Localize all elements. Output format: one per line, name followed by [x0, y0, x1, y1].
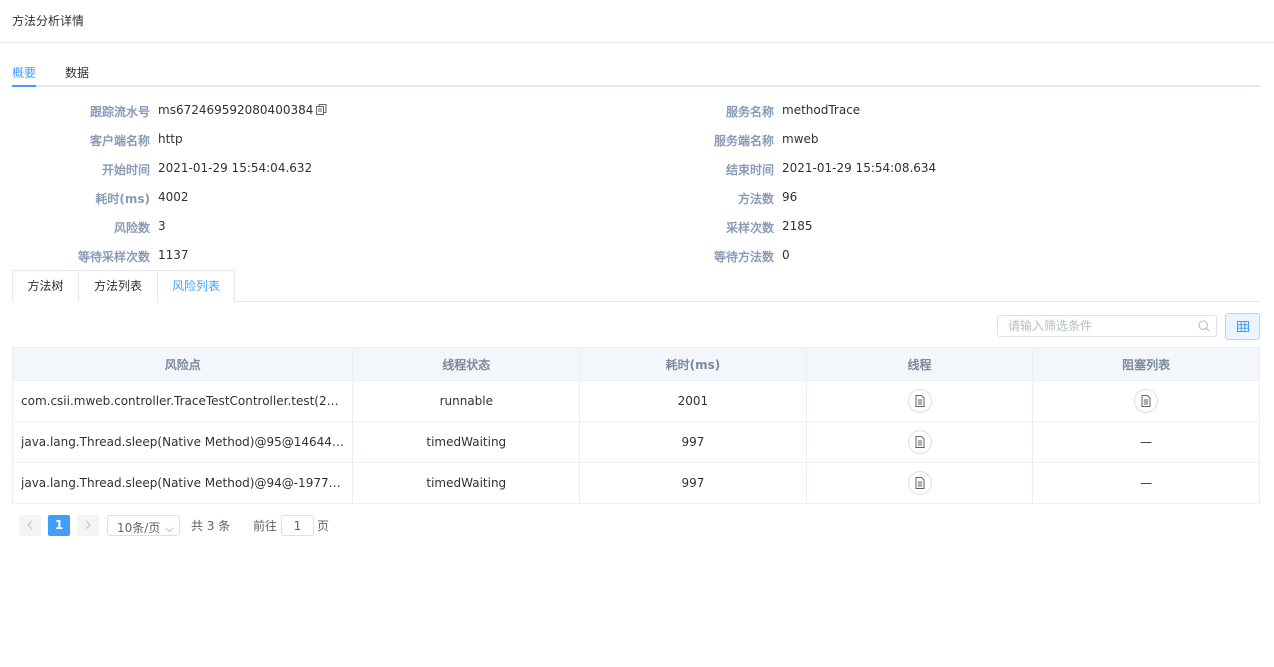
page-size-value: 10条/页 [117, 521, 161, 535]
thread-detail-button[interactable] [907, 430, 932, 454]
next-page-button[interactable] [77, 515, 99, 536]
page-unit-label: 页 [317, 519, 330, 533]
filter-search-box [997, 315, 1217, 337]
document-icon [915, 477, 925, 489]
risk-point-cell: java.lang.Thread.sleep(Native Method)@94… [21, 476, 345, 490]
top-tabs: 概要 数据 [12, 60, 1260, 87]
end-time-value: 2021-01-29 15:54:08.634 [782, 161, 937, 175]
thread-detail-button[interactable] [907, 471, 932, 495]
service-name-label: 服务名称 [725, 105, 774, 119]
column-header-thread: 线程 [807, 348, 1034, 380]
method-count-label: 方法数 [737, 192, 774, 206]
prev-page-button[interactable] [19, 515, 41, 536]
document-icon [915, 436, 925, 448]
column-header-risk-point: 风险点 [13, 348, 354, 380]
block-list-detail-button[interactable] [1134, 389, 1159, 413]
page-header: 方法分析详情 [0, 0, 1274, 43]
table-grid-icon [1237, 321, 1249, 332]
cost-cell: 2001 [580, 381, 807, 421]
sample-count-value: 2185 [782, 219, 813, 233]
tab-risk-list[interactable]: 风险列表 [157, 270, 235, 303]
server-name-value: mweb [782, 132, 819, 146]
table-row: com.csii.mweb.controller.TraceTestContro… [13, 381, 1259, 422]
server-name-label: 服务端名称 [713, 134, 774, 148]
chevron-left-icon [27, 520, 33, 530]
page-number-current[interactable]: 1 [48, 515, 70, 536]
table-row: java.lang.Thread.sleep(Native Method)@95… [13, 422, 1259, 463]
risk-table: 风险点 线程状态 耗时(ms) 线程 阻塞列表 com.csii.mweb.co… [12, 347, 1260, 504]
method-count-value: 96 [782, 190, 798, 204]
risk-point-cell: java.lang.Thread.sleep(Native Method)@95… [21, 435, 345, 449]
document-icon [915, 395, 925, 407]
total-count: 共 3 条 [191, 519, 231, 533]
thread-state-cell: timedWaiting [353, 463, 581, 503]
thread-detail-button[interactable] [907, 389, 932, 413]
block-list-empty: — [1140, 476, 1153, 490]
column-header-cost: 耗时(ms) [580, 348, 807, 380]
cost-cell: 997 [580, 463, 807, 503]
column-settings-button[interactable] [1225, 313, 1260, 340]
wait-method-count-value: 0 [782, 248, 790, 262]
table-row: java.lang.Thread.sleep(Native Method)@94… [13, 463, 1259, 504]
goto-label: 前往 [253, 519, 278, 533]
tab-method-list[interactable]: 方法列表 [78, 270, 158, 302]
thread-state-cell: runnable [353, 381, 581, 421]
tab-method-tree[interactable]: 方法树 [12, 270, 79, 302]
filter-input[interactable] [1008, 319, 1188, 333]
column-header-thread-state: 线程状态 [353, 348, 581, 380]
sample-count-label: 采样次数 [725, 221, 774, 235]
risk-point-cell: com.csii.mweb.controller.TraceTestContro… [21, 394, 345, 408]
sub-tabs: 方法树 方法列表 风险列表 [12, 270, 1260, 303]
column-header-block-list: 阻塞列表 [1122, 357, 1171, 372]
goto-page-input[interactable] [281, 515, 314, 536]
page-title: 方法分析详情 [12, 14, 85, 28]
active-tab-indicator [12, 85, 36, 87]
page-size-select[interactable]: 10条/页 [107, 515, 180, 536]
block-list-empty: — [1140, 435, 1153, 449]
chevron-right-icon [85, 520, 91, 530]
search-icon[interactable] [1198, 320, 1210, 335]
tab-data[interactable]: 数据 [65, 64, 89, 81]
wait-method-count-label: 等待方法数 [713, 250, 774, 264]
end-time-label: 结束时间 [725, 163, 774, 177]
tab-overview[interactable]: 概要 [12, 64, 36, 81]
document-icon [1141, 395, 1151, 407]
service-name-value: methodTrace [782, 103, 861, 117]
chevron-down-icon [165, 522, 174, 536]
table-header-row: 风险点 线程状态 耗时(ms) 线程 阻塞列表 [13, 348, 1259, 381]
thread-state-cell: timedWaiting [353, 422, 581, 462]
cost-cell: 997 [580, 422, 807, 462]
